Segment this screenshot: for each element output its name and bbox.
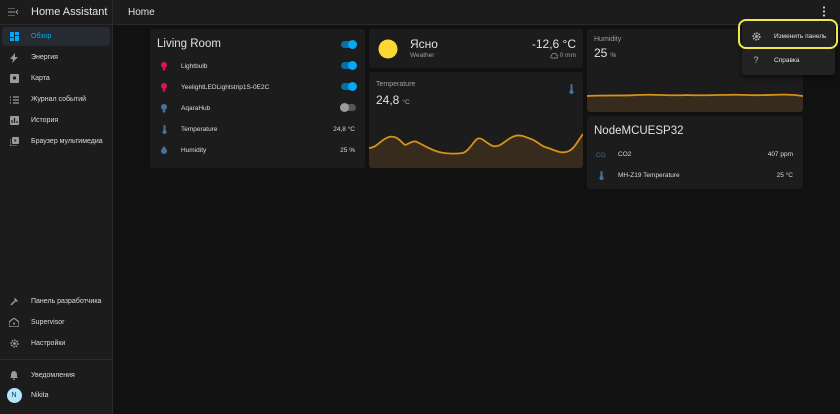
svg-text:CO₂: CO₂: [596, 153, 606, 158]
cloud-rain-icon: [550, 52, 558, 58]
molecule-co2-icon: CO₂: [595, 151, 607, 158]
thermometer-icon: [158, 124, 170, 134]
sidebar-item-developer-tools[interactable]: Панель разработчика: [2, 292, 110, 311]
precipitation-value: 0 mm: [559, 52, 576, 59]
media-icon: [4, 137, 24, 146]
weather-temperature: -12,6 °C: [531, 37, 576, 51]
entity-value: 25 °C: [776, 171, 793, 179]
app-title: Home Assistant: [31, 6, 108, 18]
sidebar-divider: [0, 359, 112, 360]
entity-name: Temperature: [181, 125, 218, 133]
sidebar-item-supervisor[interactable]: Supervisor: [2, 313, 110, 332]
gear-icon: [4, 339, 24, 348]
sidebar-item-label: Панель разработчика: [31, 298, 102, 305]
card-title[interactable]: NodeMCUESP32: [594, 125, 683, 137]
menu-collapse-icon[interactable]: [6, 5, 20, 19]
sidebar-item-label: История: [31, 117, 59, 124]
avatar-wrap: N: [4, 388, 24, 403]
entity-value: 24,8 °C: [333, 125, 355, 133]
home-assistant-icon: [4, 318, 24, 327]
lightbulb-icon: [158, 61, 170, 71]
sidebar-item-label: Карта: [31, 75, 50, 82]
sidebar-item-notifications[interactable]: Уведомления: [2, 366, 110, 385]
entity-row-temperature[interactable]: Temperature 24,8 °C: [150, 121, 365, 137]
sidebar-item-label: Браузер мультимедиа: [31, 138, 103, 145]
user-name: Nikita: [31, 392, 49, 399]
temperature-sparkline: [369, 133, 583, 168]
water-drop-icon: [158, 146, 170, 154]
sidebar-item-overview[interactable]: Обзор: [2, 27, 110, 46]
sidebar-item-logbook[interactable]: Журнал событий: [2, 90, 110, 109]
dashboard-icon: [4, 32, 24, 41]
app: Home Assistant Обзор Энергия Карта Журна…: [0, 0, 840, 414]
weather-label: Weather: [410, 52, 435, 59]
lightning-icon: [4, 52, 24, 63]
entity-name: MH-Z19 Temperature: [618, 171, 680, 179]
sidebar: Home Assistant Обзор Энергия Карта Журна…: [0, 0, 113, 414]
more-vert-icon[interactable]: [822, 6, 826, 20]
sidebar-item-media[interactable]: Браузер мультимедиа: [2, 132, 110, 151]
lightbulb-toggle[interactable]: [341, 61, 357, 70]
weather-card[interactable]: Ясно Weather -12,6 °C 0 mm: [369, 29, 583, 68]
living-room-card: Living Room Lightbulb YeelightLEDLightst…: [150, 29, 365, 168]
map-icon: [4, 74, 24, 83]
sidebar-item-label: Энергия: [31, 54, 58, 61]
top-bar: Home: [113, 0, 840, 25]
sidebar-header: Home Assistant: [0, 0, 112, 25]
entity-row-humidity[interactable]: Humidity 25 %: [150, 142, 365, 158]
sidebar-item-label: Обзор: [31, 33, 52, 40]
aqarahub-toggle[interactable]: [340, 103, 356, 112]
lightbulb-icon: [158, 103, 170, 113]
entity-name: AqaraHub: [181, 104, 211, 112]
list-icon: [4, 95, 24, 104]
thermometer-icon: [595, 170, 607, 180]
sidebar-item-energy[interactable]: Энергия: [2, 48, 110, 67]
sidebar-item-map[interactable]: Карта: [2, 69, 110, 88]
entity-name: Lightbulb: [181, 62, 208, 70]
card-title[interactable]: Living Room: [157, 38, 221, 50]
sidebar-item-profile[interactable]: N Nikita: [2, 386, 110, 405]
page-title: Home: [128, 7, 155, 18]
sidebar-item-label: Supervisor: [31, 319, 65, 326]
sidebar-item-label: Настройки: [31, 340, 66, 347]
living-room-master-toggle[interactable]: [341, 40, 357, 49]
highlight-outline: [738, 19, 838, 49]
entity-name: YeelightLEDLightstrip1S-0E2C: [181, 83, 270, 91]
entity-name: CO2: [618, 150, 632, 158]
entity-row-lightbulb[interactable]: Lightbulb: [150, 58, 365, 74]
entity-value: 407 ppm: [767, 150, 793, 158]
help-icon: ?: [753, 55, 759, 65]
nodemcu-card: NodeMCUESP32 CO₂ CO2 407 ppm MH-Z19 Temp…: [587, 116, 803, 189]
bell-icon: [4, 371, 24, 380]
sidebar-item-history[interactable]: История: [2, 111, 110, 130]
temperature-graph-card[interactable]: Temperature 24,8 °C: [369, 72, 583, 168]
weather-condition: Ясно: [410, 37, 438, 51]
hammer-icon: [4, 297, 24, 306]
entity-row-lightstrip[interactable]: YeelightLEDLightstrip1S-0E2C: [150, 79, 365, 95]
entity-row-aqarahub[interactable]: AqaraHub: [150, 100, 365, 116]
menu-item-help[interactable]: ? Справка: [742, 49, 835, 71]
entity-row-co2[interactable]: CO₂ CO2 407 ppm: [587, 146, 803, 162]
chart-box-icon: [4, 116, 24, 125]
entity-row-mhz19-temperature[interactable]: MH-Z19 Temperature 25 °C: [587, 167, 803, 183]
sidebar-item-settings[interactable]: Настройки: [2, 334, 110, 353]
sun-icon: [378, 39, 398, 64]
weather-precipitation: 0 mm: [550, 52, 576, 59]
avatar: N: [6, 388, 22, 403]
entity-value: 25 %: [340, 146, 355, 154]
sidebar-item-label: Уведомления: [31, 372, 75, 379]
menu-item-label: Справка: [774, 56, 800, 64]
lightbulb-icon: [158, 82, 170, 92]
lightstrip-toggle[interactable]: [341, 82, 357, 91]
entity-name: Humidity: [181, 146, 207, 154]
sidebar-item-label: Журнал событий: [31, 96, 87, 103]
